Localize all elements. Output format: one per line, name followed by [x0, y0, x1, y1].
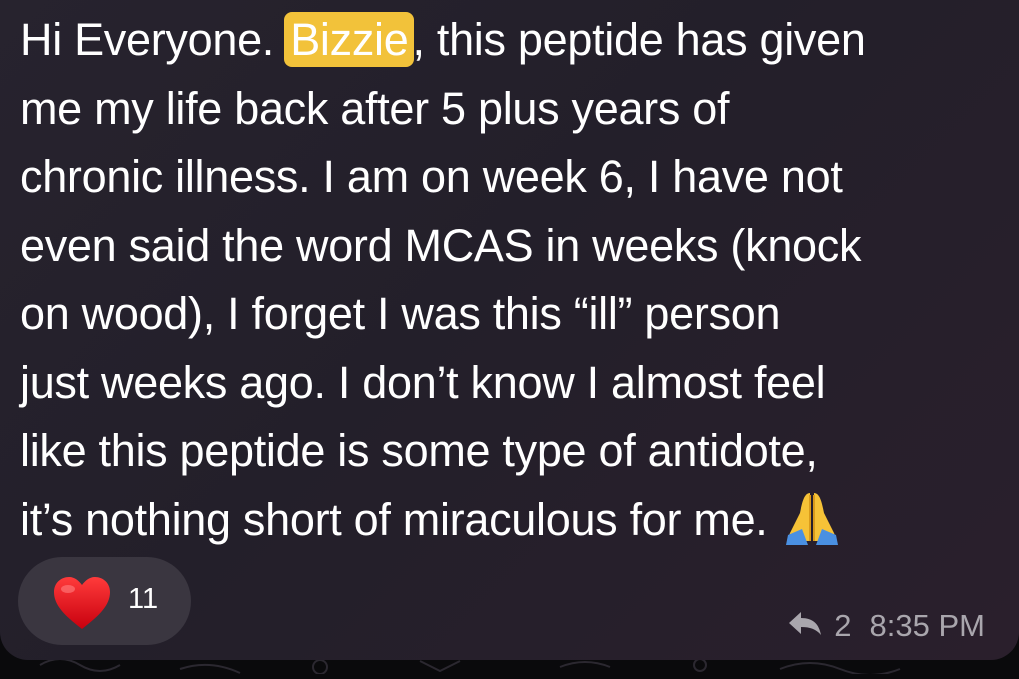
heart-icon — [52, 575, 112, 636]
folded-hands-icon — [782, 489, 842, 565]
message-meta: 2 8:35 PM — [788, 608, 985, 644]
message-line-text: it’s nothing short of miraculous for me. — [20, 493, 768, 545]
reaction-pill[interactable]: 11 — [18, 557, 191, 645]
message-bubble[interactable]: Hi Everyone. Bizzie, this peptide has gi… — [0, 0, 1019, 660]
message-line: it’s nothing short of miraculous for me. — [20, 486, 995, 555]
message-line: Hi Everyone. Bizzie, this peptide has gi… — [20, 6, 995, 75]
message-line: even said the word MCAS in weeks (knock — [20, 219, 862, 271]
reply-count[interactable]: 2 — [834, 608, 851, 644]
message-line: just weeks ago. I don’t know I almost fe… — [20, 356, 826, 408]
message-line-text: , this peptide has given — [412, 14, 866, 65]
message-line: me my life back after 5 plus years of — [20, 82, 730, 134]
message-line: like this peptide is some type of antido… — [20, 425, 818, 476]
message-line: on wood), I forget I was this “ill” pers… — [20, 288, 781, 339]
reaction-count: 11 — [128, 583, 159, 615]
message-text: Hi Everyone. Bizzie, this peptide has gi… — [20, 6, 995, 554]
timestamp: 8:35 PM — [869, 608, 985, 643]
mention-tag[interactable]: Bizzie — [284, 12, 415, 67]
reply-arrow-icon[interactable] — [788, 608, 822, 644]
message-line: chronic illness. I am on week 6, I have … — [20, 151, 843, 202]
message-line-text: Hi Everyone. — [20, 14, 287, 65]
